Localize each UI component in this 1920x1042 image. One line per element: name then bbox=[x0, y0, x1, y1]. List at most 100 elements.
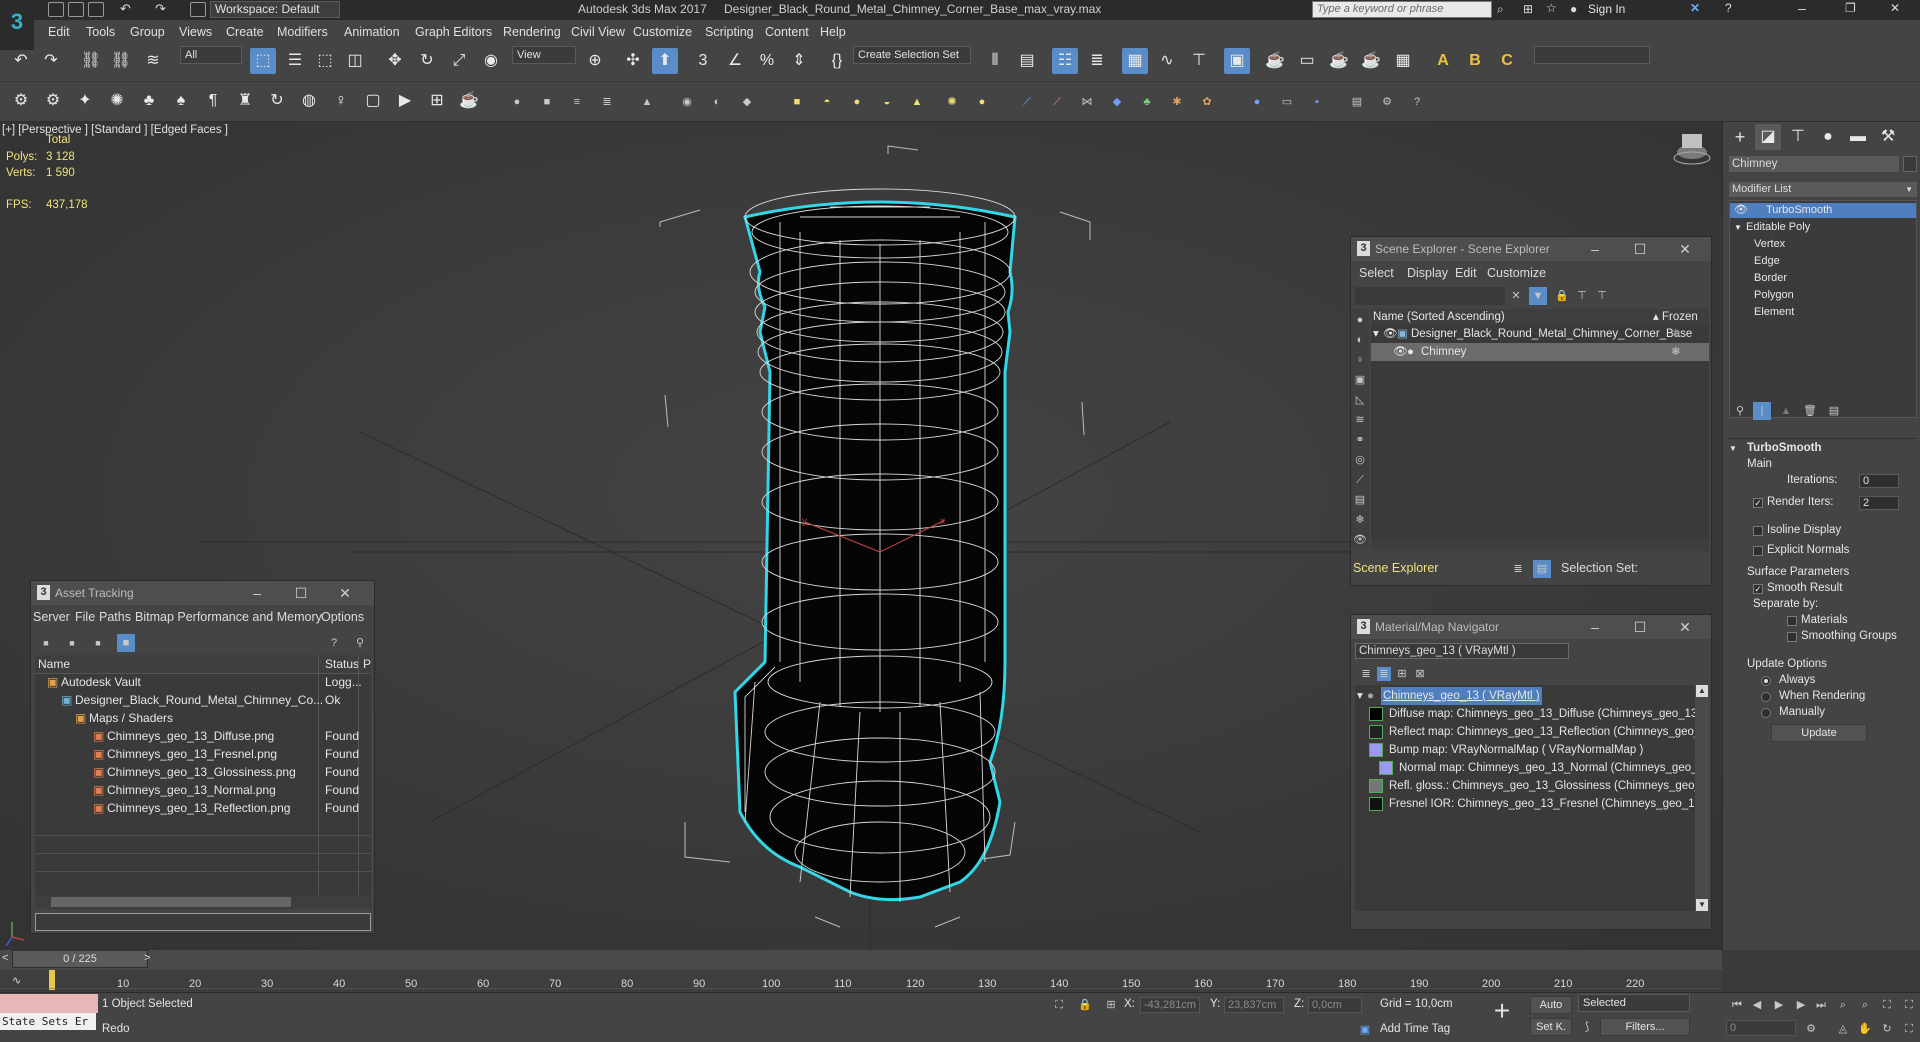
box-icon[interactable]: ■ bbox=[540, 95, 554, 109]
update-manually-radio[interactable] bbox=[1761, 708, 1771, 718]
list-icons-view-icon[interactable]: ≣ bbox=[1377, 667, 1391, 681]
angle-snap-icon[interactable]: ∠ bbox=[722, 48, 748, 74]
fluid-icon[interactable]: ✿ bbox=[1200, 95, 1214, 109]
sign-in-button[interactable]: Sign In bbox=[1588, 2, 1625, 16]
asset-menu-server[interactable]: Server bbox=[33, 610, 70, 624]
menu-rendering[interactable]: Rendering bbox=[503, 25, 561, 39]
close-button[interactable]: ✕ bbox=[335, 581, 355, 605]
orbit-icon[interactable]: ↻ bbox=[1880, 1022, 1894, 1036]
map-item[interactable]: Diffuse map: Chimneys_geo_13_Diffuse (Ch… bbox=[1355, 705, 1695, 723]
select-and-place-icon[interactable]: ◉ bbox=[478, 48, 504, 74]
map-item[interactable]: Normal map: Chimneys_geo_13_Normal (Chim… bbox=[1355, 759, 1695, 777]
light-lister-icon[interactable]: ✦ bbox=[72, 88, 98, 114]
undo-icon[interactable]: ↶ bbox=[8, 48, 34, 74]
spinner-snap-icon[interactable]: ⇕ bbox=[786, 48, 812, 74]
modifier-stack[interactable]: 👁 TurboSmooth ▼ Editable Poly Vertex Edge … bbox=[1729, 200, 1917, 418]
pin-stack-icon[interactable]: ⚲ bbox=[1733, 404, 1747, 418]
hierarchy-icon[interactable]: ⊤ bbox=[1575, 289, 1589, 303]
filter-icon[interactable]: ▼ bbox=[1529, 287, 1547, 305]
foliage-icon[interactable]: ♣ bbox=[136, 88, 162, 114]
column-name[interactable]: Name (Sorted Ascending) bbox=[1373, 309, 1505, 325]
make-unique-icon[interactable]: ▲ bbox=[1779, 404, 1793, 418]
absolute-mode-icon[interactable]: ⊞ bbox=[1104, 998, 1118, 1012]
stack-item-vertex[interactable]: Vertex bbox=[1730, 237, 1916, 252]
previous-frame-icon[interactable]: ◀ bbox=[1750, 998, 1764, 1012]
globe-icon[interactable]: ● bbox=[1250, 95, 1264, 109]
list-icon[interactable]: ≡ bbox=[570, 95, 584, 109]
selection-lock-icon[interactable]: 🔒 bbox=[1078, 998, 1092, 1012]
set-key-button[interactable]: Set K. bbox=[1530, 1018, 1572, 1036]
material-name-field[interactable]: Chimneys_geo_13 ( VRayMtl ) bbox=[1355, 643, 1569, 659]
explicit-normals-checkbox[interactable] bbox=[1753, 546, 1763, 556]
stack-item-polygon[interactable]: Polygon bbox=[1730, 288, 1916, 303]
map-item[interactable]: Refl. gloss.: Chimneys_geo_13_Glossiness… bbox=[1355, 777, 1695, 795]
schematic-view-icon[interactable]: ⊤ bbox=[1186, 48, 1212, 74]
create-tab-icon[interactable]: + bbox=[1727, 124, 1753, 150]
menu-graph-editors[interactable]: Graph Editors bbox=[415, 25, 492, 39]
list-view-icon[interactable]: ≣ bbox=[1359, 667, 1373, 681]
object-color-swatch[interactable] bbox=[1903, 156, 1917, 172]
menu-content[interactable]: Content bbox=[765, 25, 809, 39]
update-always-radio[interactable] bbox=[1761, 676, 1771, 686]
isoline-display-checkbox[interactable] bbox=[1753, 526, 1763, 536]
set-key-mode-icon[interactable]: ⟆ bbox=[1580, 1020, 1594, 1034]
favorites-star-icon[interactable]: ☆ bbox=[1546, 1, 1557, 15]
help-icon[interactable]: ? bbox=[1725, 1, 1732, 15]
map-item[interactable]: Bump map: VRayNormalMap ( VRayNormalMap … bbox=[1355, 741, 1695, 759]
pan-view-icon[interactable]: ✋ bbox=[1858, 1022, 1872, 1036]
expand-arrow-icon[interactable]: ▾ bbox=[1357, 687, 1363, 705]
expand-arrow-icon[interactable]: ▼ bbox=[1734, 220, 1742, 235]
toggle-layer-explorer-icon[interactable]: ≣ bbox=[1084, 48, 1110, 74]
map-item[interactable]: Fresnel IOR: Chimneys_geo_13_Fresnel (Ch… bbox=[1355, 795, 1695, 813]
add-time-tag-button[interactable]: Add Time Tag bbox=[1380, 1023, 1450, 1035]
material-root[interactable]: ▾ ● Chimneys_geo_13 ( VRayMtl ) bbox=[1355, 687, 1695, 705]
scene-item-chimney[interactable]: 👁 ● Chimney ❄ bbox=[1371, 343, 1709, 361]
asset-tracking-titlebar[interactable]: 3 Asset Tracking bbox=[31, 581, 374, 605]
select-object-icon[interactable]: ⬚ bbox=[250, 48, 276, 74]
select-and-scale-icon[interactable]: ⤢ bbox=[446, 48, 472, 74]
menu-animation[interactable]: Animation bbox=[344, 25, 400, 39]
search-input[interactable]: Type a keyword or phrase bbox=[1312, 1, 1492, 18]
display-geometry-icon[interactable]: ● bbox=[1353, 313, 1367, 327]
scrollbar-thumb[interactable] bbox=[51, 897, 291, 907]
open-file-icon[interactable] bbox=[68, 2, 84, 17]
select-and-rotate-icon[interactable]: ↻ bbox=[414, 48, 440, 74]
sphere-icon[interactable]: ● bbox=[510, 95, 524, 109]
add-key-icon[interactable]: + bbox=[1486, 996, 1518, 1028]
undo-icon[interactable]: ↶ bbox=[120, 1, 131, 17]
remove-modifier-icon[interactable]: 🗑 bbox=[1803, 404, 1817, 418]
motion-tab-icon[interactable]: ● bbox=[1815, 124, 1841, 150]
table-row[interactable]: ▣ Chimneys_geo_13_Reflection.png Found bbox=[35, 799, 371, 817]
sphere-light-icon[interactable]: ● bbox=[975, 95, 989, 109]
y-coordinate-field[interactable]: 23,837cm bbox=[1224, 997, 1284, 1013]
state-sets-field[interactable]: State Sets Er bbox=[0, 1013, 96, 1030]
column-name[interactable]: Name bbox=[38, 655, 70, 673]
pin-icon[interactable]: ⚲ bbox=[353, 636, 367, 650]
script-icon[interactable]: ▤ bbox=[1350, 95, 1364, 109]
utilities-tab-icon[interactable]: ⚒ bbox=[1875, 124, 1901, 150]
scene-explorer-titlebar[interactable]: 3 Scene Explorer - Scene Explorer bbox=[1351, 237, 1711, 261]
rectangular-selection-icon[interactable]: ⬚ bbox=[312, 48, 338, 74]
tube-icon[interactable]: ◉ bbox=[680, 95, 694, 109]
create-selection-set-dropdown[interactable]: Create Selection Set bbox=[853, 46, 971, 64]
exchange-x-icon[interactable]: ✕ bbox=[1690, 1, 1700, 15]
material-editor-icon[interactable]: ▣ bbox=[1224, 48, 1250, 74]
help-icon[interactable]: ? bbox=[327, 636, 341, 650]
current-frame-marker[interactable] bbox=[49, 970, 55, 990]
display-groups-icon[interactable]: ⚭ bbox=[1353, 433, 1367, 447]
display-spacewarps-icon[interactable]: ≋ bbox=[1353, 413, 1367, 427]
close-button[interactable]: ✕ bbox=[1675, 615, 1695, 639]
tree-view-icon[interactable]: ■ bbox=[117, 634, 135, 652]
column-status[interactable]: Status bbox=[325, 655, 359, 673]
menu-civil-view[interactable]: Civil View bbox=[571, 25, 625, 39]
render-in-cloud-icon[interactable]: ▦ bbox=[1390, 48, 1416, 74]
snaps-toggle-icon[interactable]: 3 bbox=[690, 48, 716, 74]
sun-light-icon[interactable]: ✺ bbox=[104, 88, 130, 114]
diamond-icon[interactable]: ◆ bbox=[1110, 95, 1124, 109]
window-crossing-icon[interactable]: ◫ bbox=[342, 48, 368, 74]
scene-horizontal-scrollbar[interactable] bbox=[1371, 539, 1709, 551]
display-tab-icon[interactable]: ▬ bbox=[1845, 124, 1871, 150]
asset-horizontal-scrollbar[interactable] bbox=[35, 895, 371, 909]
refresh-icon[interactable]: ↻ bbox=[264, 88, 290, 114]
vray-c-icon[interactable]: C bbox=[1494, 48, 1520, 74]
